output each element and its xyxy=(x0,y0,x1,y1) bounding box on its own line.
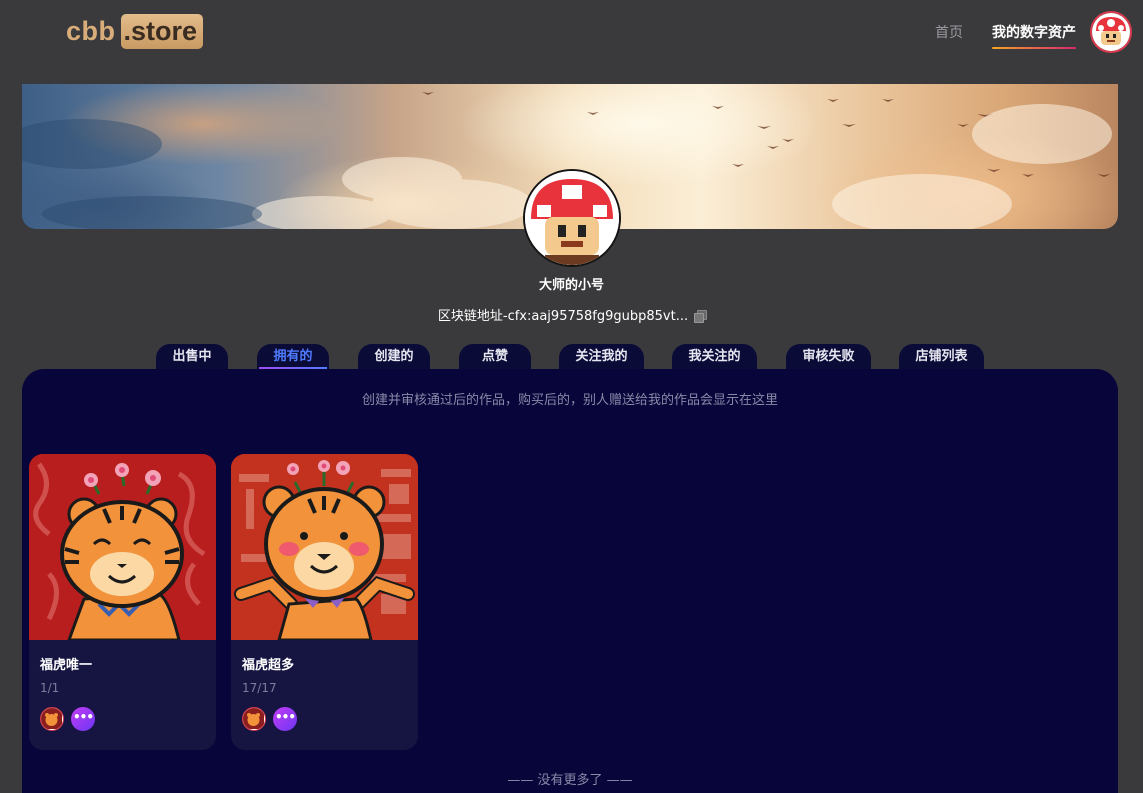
nft-card[interactable]: 福虎唯一 1/1 ••• xyxy=(29,454,216,750)
end-of-list-text: —— 没有更多了 —— xyxy=(507,773,633,788)
ellipsis-icon: ••• xyxy=(274,710,296,724)
top-nav: 首页 我的数字资产 xyxy=(935,22,1076,49)
mushroom-avatar-icon xyxy=(525,171,619,265)
blockchain-address: 区块链地址-cfx:aaj95758fg9gubp85vt... xyxy=(0,305,1143,324)
tiger-artwork-icon xyxy=(231,454,418,640)
nft-edition-count: 17/17 xyxy=(242,681,277,695)
profile-avatar[interactable] xyxy=(523,169,621,267)
more-options-button[interactable]: ••• xyxy=(71,707,95,731)
tab-on-sale[interactable]: 出售中 xyxy=(156,344,228,370)
tab-followers[interactable]: 关注我的 xyxy=(559,344,644,370)
more-options-button[interactable]: ••• xyxy=(273,707,297,731)
logo[interactable]: cbb .store xyxy=(66,13,204,49)
mushroom-avatar-icon xyxy=(1092,13,1130,51)
ellipsis-icon: ••• xyxy=(72,710,94,724)
tab-owned[interactable]: 拥有的 xyxy=(257,344,329,370)
creator-avatar[interactable] xyxy=(40,707,64,731)
nft-image xyxy=(231,454,418,640)
creator-avatar[interactable] xyxy=(242,707,266,731)
tiger-avatar-icon xyxy=(243,708,264,729)
tab-following[interactable]: 我关注的 xyxy=(672,344,757,370)
tab-liked[interactable]: 点赞 xyxy=(459,344,531,370)
nft-edition-count: 1/1 xyxy=(40,681,60,695)
tiger-avatar-icon xyxy=(41,708,62,729)
nav-my-assets[interactable]: 我的数字资产 xyxy=(992,22,1076,49)
nft-card[interactable]: 福虎超多 17/17 ••• xyxy=(231,454,418,750)
assets-panel: 创建并审核通过后的作品，购买后的，别人赠送给我的作品会显示在这里 福虎唯一 1/… xyxy=(22,369,1118,793)
address-text: 区块链地址-cfx:aaj95758fg9gubp85vt... xyxy=(437,309,689,324)
nft-title: 福虎唯一 xyxy=(40,658,93,673)
tab-store-list[interactable]: 店铺列表 xyxy=(899,344,984,370)
nft-title: 福虎超多 xyxy=(242,658,295,673)
profile-username: 大师的小号 xyxy=(538,278,604,293)
logo-text: cbb xyxy=(66,15,116,46)
panel-hint: 创建并审核通过后的作品，购买后的，别人赠送给我的作品会显示在这里 xyxy=(361,393,778,408)
nav-home[interactable]: 首页 xyxy=(935,22,963,46)
logo-badge: .store xyxy=(120,13,204,49)
tab-review-failed[interactable]: 审核失败 xyxy=(786,344,871,370)
nft-image xyxy=(29,454,216,640)
user-avatar[interactable] xyxy=(1090,11,1132,53)
tab-created[interactable]: 创建的 xyxy=(358,344,430,370)
tiger-artwork-icon xyxy=(29,454,216,640)
asset-tabs: 出售中 拥有的 创建的 点赞 关注我的 我关注的 审核失败 店铺列表 xyxy=(0,344,1143,370)
copy-icon[interactable] xyxy=(694,310,708,323)
